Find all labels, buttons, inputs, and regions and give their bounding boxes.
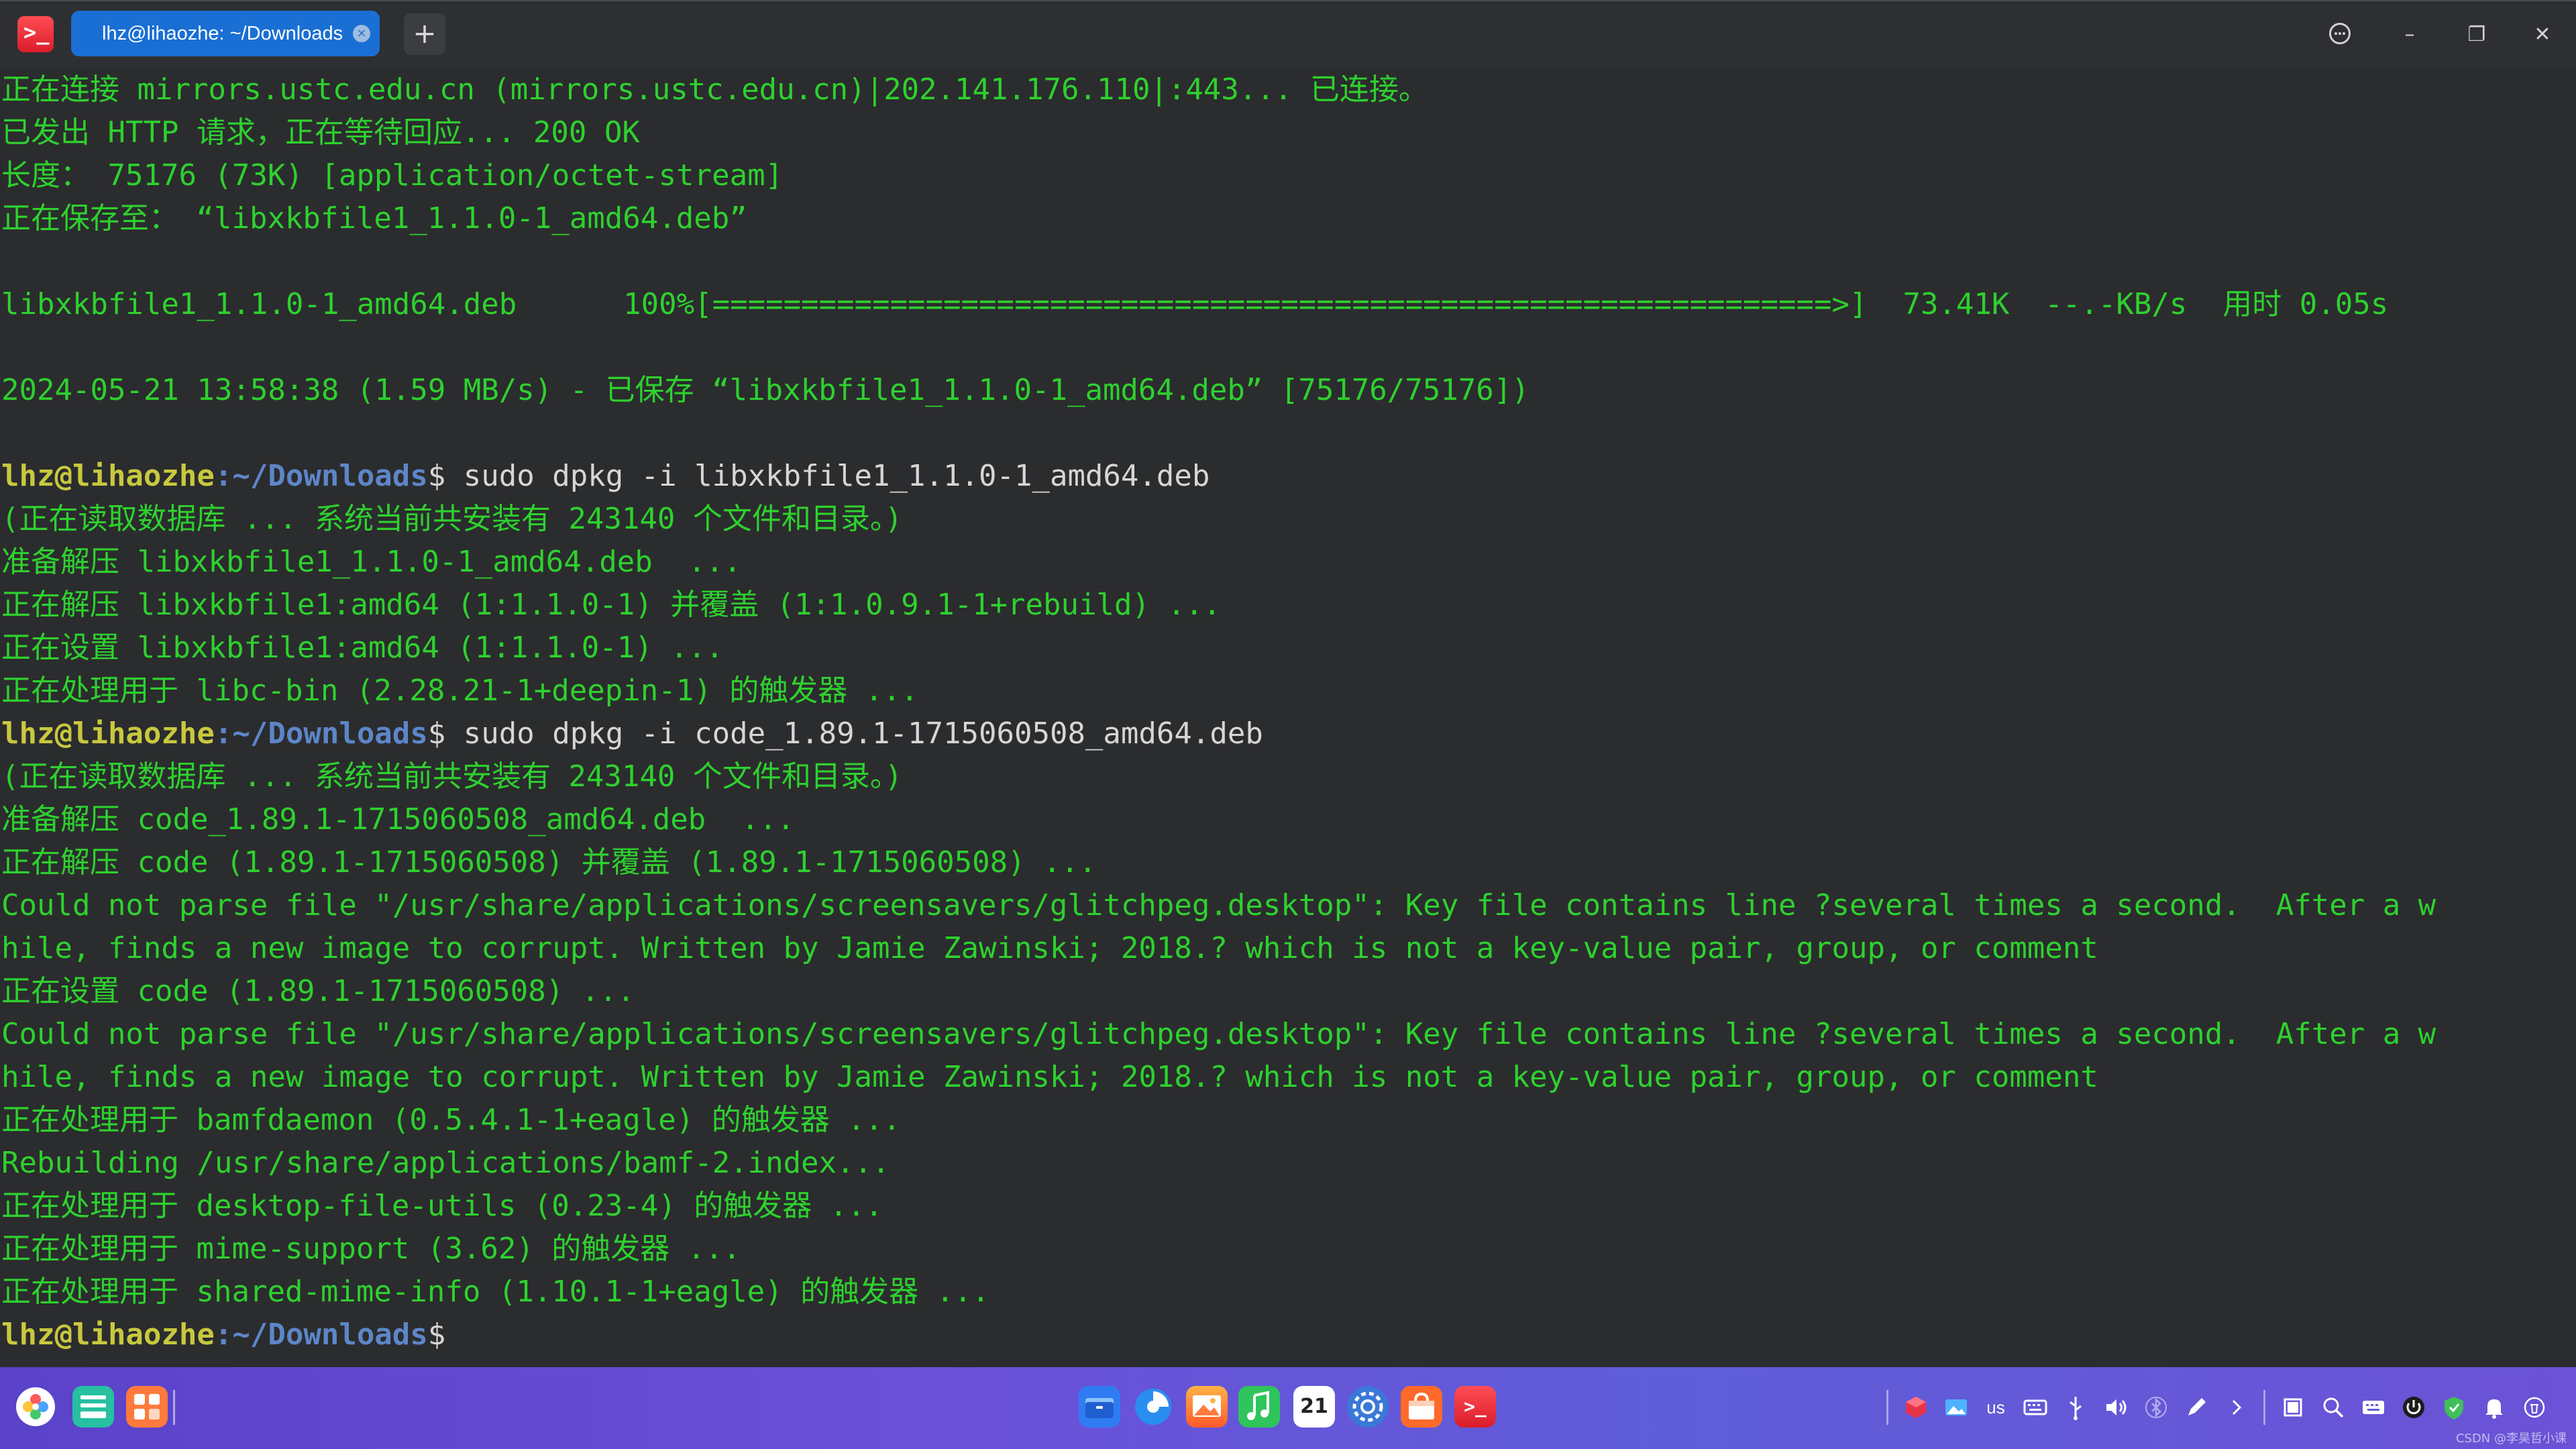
output-line: libxkbfile1_1.1.0-1_amd64.deb 100%[=====… <box>1 287 2389 321</box>
output-line: 正在设置 code (1.89.1-1715060508) ... <box>1 974 635 1008</box>
minimize-button[interactable]: – <box>2392 17 2427 52</box>
close-window-button[interactable]: ✕ <box>2525 17 2560 52</box>
output-line: hile, finds a new image to corrupt. Writ… <box>1 931 2098 965</box>
prompt-user-host: lhz@lihaozhe <box>1 716 215 751</box>
prompt-path: :~/Downloads <box>214 1318 428 1352</box>
calendar-day: 21 <box>1300 1395 1328 1418</box>
app-store-grid-icon[interactable] <box>126 1386 168 1428</box>
tab-label: lhz@lihaozhe: ~/Downloads <box>102 23 343 44</box>
dock-separator <box>173 1390 175 1425</box>
deepin-store-icon[interactable] <box>1401 1386 1442 1428</box>
new-tab-button[interactable]: + <box>404 13 445 55</box>
keyboard-layout-indicator[interactable]: us <box>1979 1393 2012 1422</box>
output-line: Could not parse file "/usr/share/applica… <box>1 888 2436 922</box>
output-line: 已发出 HTTP 请求，正在等待回应... 200 OK <box>1 115 640 150</box>
power-icon[interactable] <box>2399 1393 2428 1422</box>
search-icon[interactable] <box>2318 1393 2348 1422</box>
multitask-view-icon[interactable] <box>72 1386 114 1428</box>
launcher-flower-icon <box>23 1394 48 1419</box>
output-line: 准备解压 libxkbfile1_1.1.0-1_amd64.deb ... <box>1 545 742 579</box>
keyboard-icon[interactable] <box>2021 1393 2050 1422</box>
prompt-line: lhz@lihaozhe:~/Downloads$ <box>1 1313 2575 1356</box>
terminal-dock-icon[interactable]: >_ <box>1454 1386 1496 1428</box>
close-tab-icon[interactable]: × <box>353 25 370 42</box>
terminal-lines: 正在连接 mirrors.ustc.edu.cn (mirrors.ustc.e… <box>1 68 2575 1356</box>
image-viewer-icon[interactable] <box>1186 1386 1228 1428</box>
volume-icon[interactable] <box>2101 1393 2131 1422</box>
terminal-app-icon[interactable]: >_ <box>17 16 54 52</box>
screenshot-tool-icon[interactable] <box>1941 1393 1971 1422</box>
output-line: (正在读取数据库 ... 系统当前共安装有 243140 个文件和目录。) <box>1 759 903 794</box>
terminal-dock-glyph: >_ <box>1464 1395 1487 1417</box>
output-line: 正在处理用于 libc-bin (2.28.21-1+deepin-1) 的触发… <box>1 674 919 708</box>
security-shield-icon[interactable] <box>2439 1393 2469 1422</box>
bluetooth-icon[interactable] <box>2141 1393 2171 1422</box>
output-line: 正在处理用于 desktop-file-utils (0.23-4) 的触发器 … <box>1 1189 883 1223</box>
output-line: 正在处理用于 bamfdaemon (0.5.4.1-1+eagle) 的触发器… <box>1 1103 901 1137</box>
prompt-path: :~/Downloads <box>214 716 428 751</box>
calendar-icon[interactable]: 21 <box>1293 1386 1335 1428</box>
output-line: 正在处理用于 shared-mime-info (1.10.1-1+eagle)… <box>1 1275 990 1309</box>
screen-capture-icon[interactable] <box>2278 1393 2308 1422</box>
desktop-screen: >_ lhz@lihaozhe: ~/Downloads × + – ❐ ✕ 正… <box>0 0 2576 1449</box>
output-line: 2024-05-21 13:58:38 (1.59 MB/s) - 已保存 “l… <box>1 373 1529 407</box>
file-manager-icon[interactable] <box>1079 1386 1120 1428</box>
onscreen-keyboard-icon[interactable] <box>2359 1393 2388 1422</box>
settings-gear-icon[interactable] <box>1347 1386 1389 1428</box>
music-player-icon[interactable] <box>1238 1386 1280 1428</box>
launcher-icon[interactable] <box>16 1387 55 1426</box>
notification-bell-icon[interactable] <box>2479 1393 2509 1422</box>
tray-separator <box>2263 1390 2265 1425</box>
taskbar-dock: 21 >_ us CSDN @李昊哲小课 <box>0 1367 2576 1449</box>
prompt-command: sudo dpkg -i libxkbfile1_1.1.0-1_amd64.d… <box>445 459 1210 493</box>
output-line: 正在连接 mirrors.ustc.edu.cn (mirrors.ustc.e… <box>1 72 1428 107</box>
prompt-path: :~/Downloads <box>214 459 428 493</box>
output-line: Could not parse file "/usr/share/applica… <box>1 1017 2436 1051</box>
watermark-text: CSDN @李昊哲小课 <box>2455 1432 2567 1446</box>
prompt-symbol: $ <box>427 1318 446 1352</box>
output-line: Rebuilding /usr/share/applications/bamf-… <box>1 1146 890 1180</box>
prompt-line: lhz@lihaozhe:~/Downloads$ sudo dpkg -i c… <box>1 712 2575 755</box>
prompt-symbol: $ <box>427 459 446 493</box>
prompt-line: lhz@lihaozhe:~/Downloads$ sudo dpkg -i l… <box>1 455 2575 498</box>
tray-separator <box>1886 1390 1888 1425</box>
terminal-titlebar: >_ lhz@lihaozhe: ~/Downloads × + – ❐ ✕ <box>0 0 2576 66</box>
output-line: 准备解压 code_1.89.1-1715060508_amd64.deb ..… <box>1 802 795 837</box>
browser-icon[interactable] <box>1132 1386 1174 1428</box>
prompt-symbol: $ <box>427 716 446 751</box>
prompt-user-host: lhz@lihaozhe <box>1 459 215 493</box>
output-line: 正在处理用于 mime-support (3.62) 的触发器 ... <box>1 1232 741 1266</box>
window-menu-button[interactable] <box>2324 17 2359 52</box>
output-line: 正在设置 libxkbfile1:amd64 (1:1.1.0-1) ... <box>1 631 724 665</box>
usb-icon[interactable] <box>2061 1393 2090 1422</box>
output-line: 正在解压 code (1.89.1-1715060508) 并覆盖 (1.89.… <box>1 845 1097 879</box>
terminal-prompt-icon: >_ <box>23 19 50 45</box>
output-line: 正在保存至： “libxkbfile1_1.1.0-1_amd64.deb” <box>1 201 747 235</box>
more-options-icon <box>2329 23 2351 44</box>
package-cube-icon[interactable] <box>1901 1393 1931 1422</box>
output-line: hile, finds a new image to corrupt. Writ… <box>1 1060 2098 1094</box>
prompt-command: sudo dpkg -i code_1.89.1-1715060508_amd6… <box>445 716 1263 751</box>
prompt-user-host: lhz@lihaozhe <box>1 1318 215 1352</box>
pen-tool-icon[interactable] <box>2182 1393 2211 1422</box>
restore-button[interactable]: ❐ <box>2459 17 2494 52</box>
output-line: 正在解压 libxkbfile1:amd64 (1:1.1.0-1) 并覆盖 (… <box>1 588 1221 622</box>
output-line: (正在读取数据库 ... 系统当前共安装有 243140 个文件和目录。) <box>1 502 903 536</box>
tab-downloads[interactable]: lhz@lihaozhe: ~/Downloads × <box>71 11 380 56</box>
trash-icon[interactable] <box>2520 1393 2549 1422</box>
output-line: 长度： 75176 (73K) [application/octet-strea… <box>1 158 784 193</box>
chevron-right-icon[interactable] <box>2222 1393 2251 1422</box>
terminal-output-area[interactable]: 正在连接 mirrors.ustc.edu.cn (mirrors.ustc.e… <box>0 66 2576 1367</box>
